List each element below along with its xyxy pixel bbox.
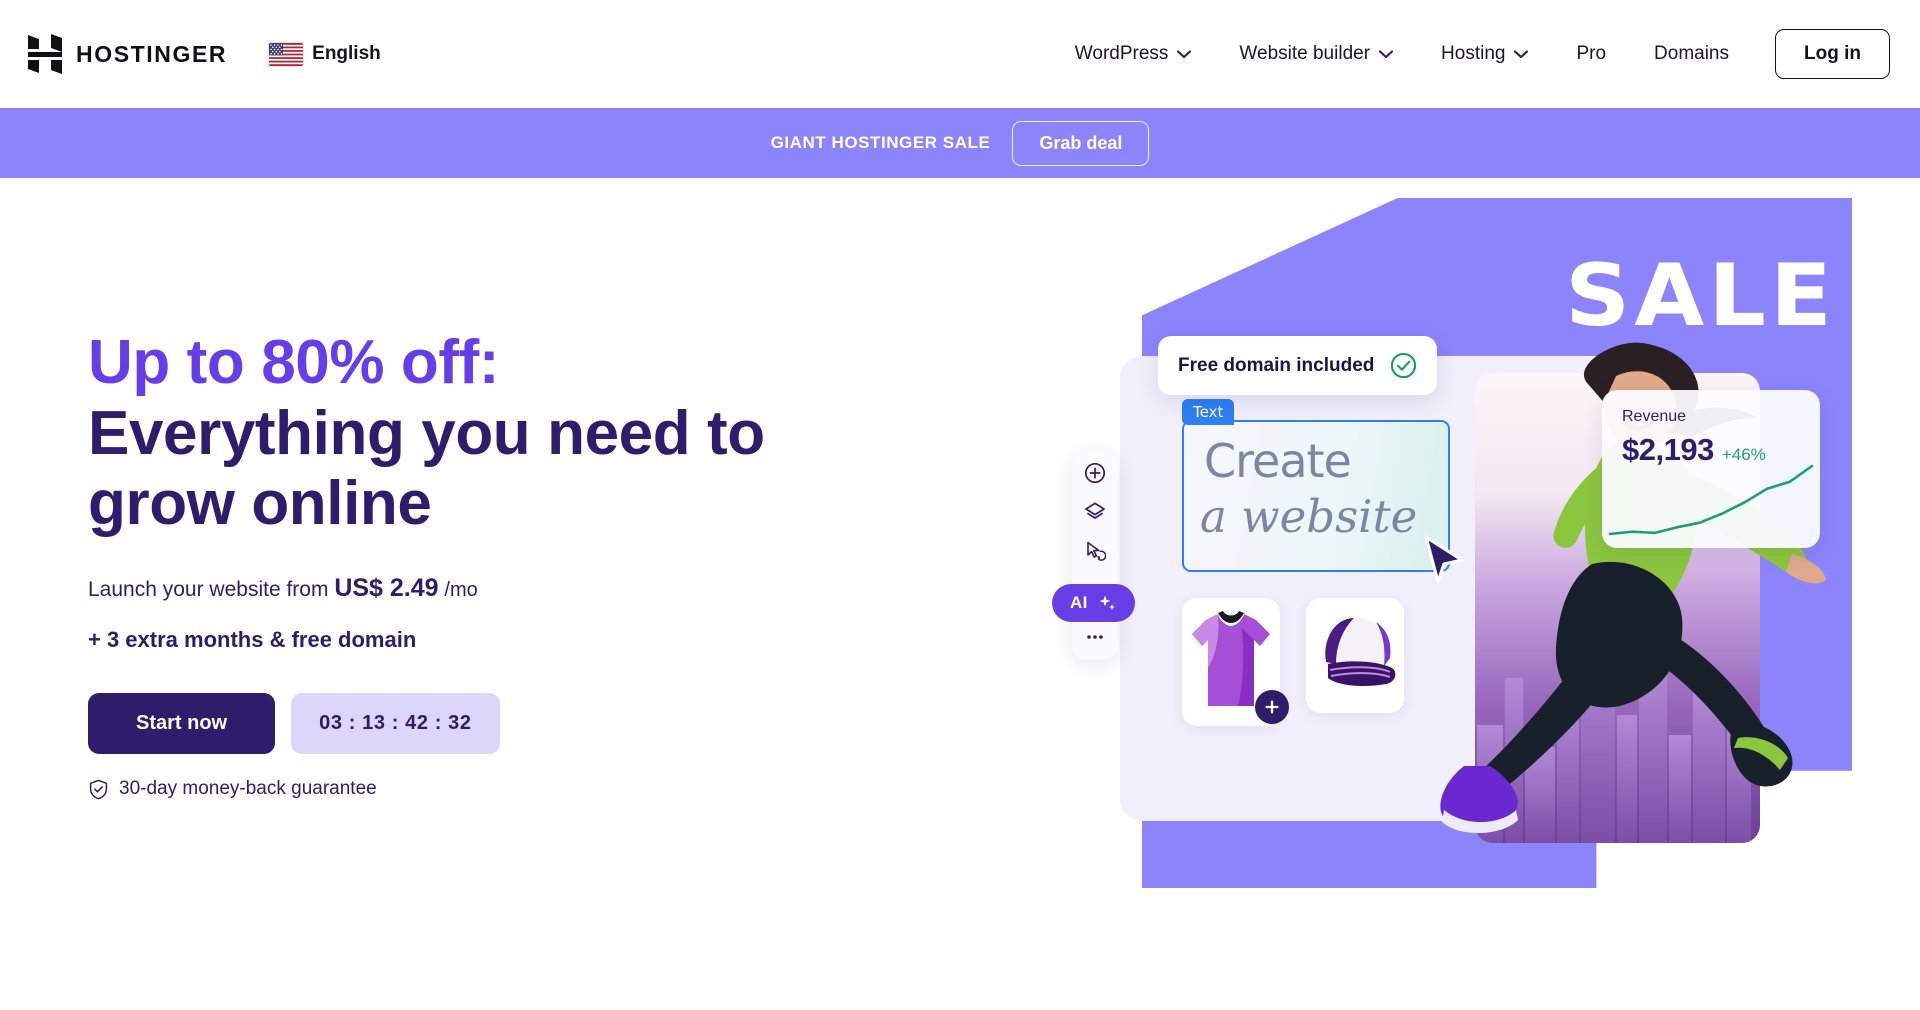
nav-label: Hosting bbox=[1441, 43, 1506, 64]
plus-circle-icon[interactable] bbox=[1084, 462, 1106, 484]
headline-line-3: grow online bbox=[88, 469, 432, 539]
language-label: English bbox=[312, 43, 381, 64]
price-line: Launch your website from US$ 2.49 /mo bbox=[88, 574, 848, 603]
revenue-sparkline-chart bbox=[1608, 464, 1814, 536]
shield-check-icon bbox=[89, 779, 108, 799]
cta-row: Start now 03 : 13 : 42 : 32 bbox=[88, 693, 848, 755]
builder-toolbar bbox=[1072, 450, 1118, 660]
cursor-palette-icon[interactable] bbox=[1084, 540, 1106, 562]
brand-name: HOSTINGER bbox=[76, 40, 228, 67]
countdown-timer[interactable]: 03 : 13 : 42 : 32 bbox=[291, 693, 500, 755]
layers-icon[interactable] bbox=[1084, 501, 1106, 523]
nav-label: WordPress bbox=[1074, 43, 1169, 64]
product-card-cap[interactable] bbox=[1306, 598, 1404, 713]
chevron-down-icon bbox=[1177, 49, 1192, 58]
hero-copy: Up to 80% off: Everything you need to gr… bbox=[88, 328, 848, 800]
editor-line-2: a website bbox=[1200, 490, 1418, 543]
login-button[interactable]: Log in bbox=[1775, 29, 1890, 79]
more-horizontal-icon[interactable] bbox=[1084, 626, 1106, 648]
headline-line-2: Everything you need to bbox=[88, 398, 765, 468]
bonus-line: + 3 extra months & free domain bbox=[88, 627, 417, 653]
nav-item-hosting[interactable]: Hosting bbox=[1417, 33, 1552, 75]
editor-line-1: Create bbox=[1204, 434, 1352, 488]
nav-label: Domains bbox=[1654, 43, 1730, 64]
hero-artwork: SALE Revenue $2,193 +46% Free domain inc… bbox=[1052, 198, 1880, 898]
revenue-card: Revenue $2,193 +46% bbox=[1602, 390, 1820, 548]
free-domain-label: Free domain included bbox=[1178, 354, 1375, 376]
start-now-button[interactable]: Start now bbox=[88, 693, 276, 755]
purple-cap-image bbox=[1325, 618, 1396, 686]
sparkles-icon bbox=[1099, 595, 1115, 610]
text-editor-block[interactable]: Text Create a website bbox=[1182, 399, 1450, 572]
main-navigation: WordPress Website builder Hosting Pro Do… bbox=[1051, 29, 1890, 79]
hero-section: Up to 80% off: Everything you need to gr… bbox=[0, 178, 1920, 1010]
page-title: Up to 80% off: Everything you need to gr… bbox=[88, 328, 848, 540]
price-period: /mo bbox=[444, 579, 478, 602]
nav-label: Website builder bbox=[1239, 43, 1371, 64]
nav-item-wordpress[interactable]: WordPress bbox=[1051, 33, 1216, 75]
promo-banner-text: GIANT HOSTINGER SALE bbox=[770, 133, 991, 152]
grab-deal-button[interactable]: Grab deal bbox=[1012, 120, 1150, 166]
plus-icon bbox=[1265, 700, 1279, 714]
guarantee-label: 30-day money-back guarantee bbox=[119, 778, 377, 800]
add-product-badge[interactable] bbox=[1255, 690, 1289, 724]
product-card-tshirt[interactable] bbox=[1182, 598, 1289, 726]
us-flag-icon bbox=[269, 42, 304, 66]
brand-logo[interactable]: HOSTINGER bbox=[28, 34, 227, 74]
mouse-pointer-icon bbox=[1424, 535, 1464, 584]
money-back-guarantee: 30-day money-back guarantee bbox=[88, 778, 848, 800]
green-check-circle-icon bbox=[1391, 352, 1417, 379]
nav-item-website-builder[interactable]: Website builder bbox=[1215, 33, 1417, 75]
hostinger-h-logo-icon bbox=[28, 34, 62, 74]
chevron-down-icon bbox=[1514, 49, 1529, 58]
text-element-tag: Text bbox=[1182, 399, 1235, 425]
nav-item-pro[interactable]: Pro bbox=[1552, 33, 1630, 75]
ai-button-label: AI bbox=[1070, 593, 1088, 612]
chevron-down-icon bbox=[1379, 49, 1394, 58]
site-header: HOSTINGER English WordPress Website buil… bbox=[0, 0, 1920, 108]
promo-banner: GIANT HOSTINGER SALE Grab deal bbox=[0, 108, 1920, 178]
price-prefix: Launch your website from bbox=[88, 578, 329, 602]
price-amount: US$ 2.49 bbox=[334, 574, 439, 603]
revenue-label: Revenue bbox=[1622, 408, 1687, 425]
nav-item-domains[interactable]: Domains bbox=[1630, 33, 1753, 75]
ai-button[interactable]: AI bbox=[1052, 584, 1135, 622]
nav-label: Pro bbox=[1576, 43, 1607, 64]
free-domain-badge: Free domain included bbox=[1158, 336, 1438, 395]
headline-accent: Up to 80% off: bbox=[88, 328, 500, 397]
language-selector[interactable]: English bbox=[269, 42, 381, 66]
